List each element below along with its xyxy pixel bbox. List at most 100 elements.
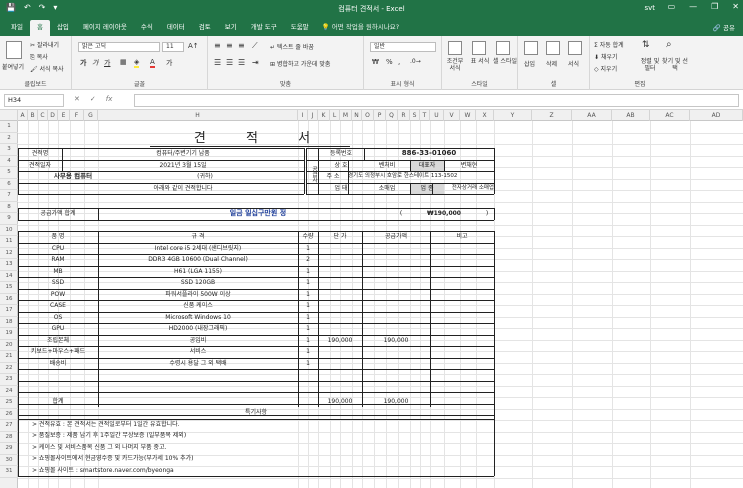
column-header[interactable]: AC: [650, 110, 690, 121]
row-header[interactable]: 19: [0, 328, 18, 340]
phonetic-icon[interactable]: 가: [166, 58, 172, 68]
align-bottom-icon[interactable]: ≡: [238, 41, 245, 50]
restore-button[interactable]: ❐: [711, 2, 718, 11]
row-header[interactable]: 12: [0, 248, 18, 259]
underline-button[interactable]: 가: [104, 58, 110, 68]
column-header[interactable]: R: [398, 110, 410, 121]
row-header[interactable]: 30: [0, 455, 18, 466]
tab-review[interactable]: 검토: [192, 20, 218, 36]
conditional-format-button[interactable]: 조건부 서식: [444, 58, 466, 72]
row-header[interactable]: 8: [0, 202, 18, 213]
tab-insert[interactable]: 삽입: [50, 20, 76, 36]
font-color-icon[interactable]: A: [150, 58, 155, 68]
format-table-button[interactable]: 표 서식: [469, 58, 491, 65]
align-top-icon[interactable]: ≡: [214, 41, 221, 50]
column-header[interactable]: I: [298, 110, 308, 121]
delete-cells-icon[interactable]: [546, 41, 560, 55]
row-header[interactable]: 29: [0, 443, 18, 455]
align-right-icon[interactable]: ☰: [238, 58, 245, 67]
tab-help[interactable]: 도움말: [284, 20, 316, 36]
cell-styles-icon[interactable]: [496, 41, 510, 55]
column-header[interactable]: A: [18, 110, 28, 121]
column-header[interactable]: B: [28, 110, 38, 121]
row-header[interactable]: 18: [0, 317, 18, 328]
column-header[interactable]: C: [38, 110, 48, 121]
column-header[interactable]: D: [48, 110, 58, 121]
column-header[interactable]: AA: [572, 110, 612, 121]
share-button[interactable]: 🔗 공유: [713, 22, 735, 32]
column-header[interactable]: P: [374, 110, 386, 121]
row-header[interactable]: 11: [0, 236, 18, 248]
cut-button[interactable]: ✂ 잘라내기: [30, 40, 59, 49]
find-select-icon[interactable]: ⌕: [666, 39, 672, 50]
tell-me-search[interactable]: 💡 어떤 작업을 원하시나요?: [322, 20, 400, 36]
number-format-select[interactable]: 일반: [370, 42, 436, 52]
tab-home[interactable]: 홈: [29, 20, 50, 36]
select-all-corner[interactable]: [0, 110, 18, 121]
name-box[interactable]: H34: [4, 94, 64, 107]
column-header[interactable]: N: [352, 110, 362, 121]
font-size-select[interactable]: 11: [162, 42, 184, 52]
find-select-button[interactable]: 찾기 및 선택: [662, 58, 688, 72]
wrap-text-button[interactable]: ↵ 텍스트 줄 바꿈: [270, 42, 314, 51]
column-header[interactable]: E: [58, 110, 70, 121]
row-header[interactable]: 16: [0, 294, 18, 305]
column-header[interactable]: L: [330, 110, 340, 121]
format-table-icon[interactable]: [472, 41, 486, 55]
row-header[interactable]: 7: [0, 190, 18, 202]
indent-icon[interactable]: ⇥: [252, 58, 259, 67]
row-header[interactable]: 3: [0, 144, 18, 156]
tab-formulas[interactable]: 수식: [134, 20, 160, 36]
row-header[interactable]: 25: [0, 397, 18, 409]
column-header[interactable]: Q: [386, 110, 398, 121]
tab-developer[interactable]: 개발 도구: [244, 20, 284, 36]
column-header[interactable]: V: [444, 110, 460, 121]
decimal-increase-icon[interactable]: .0→: [410, 58, 421, 65]
align-middle-icon[interactable]: ≡: [226, 41, 233, 50]
formula-input[interactable]: [134, 94, 739, 107]
format-painter-button[interactable]: 🖌 서식 복사: [30, 64, 64, 73]
format-cells-button[interactable]: 서식: [568, 59, 579, 68]
column-header[interactable]: S: [410, 110, 420, 121]
worksheet[interactable]: A B C D E F G H I J K L M N O P Q R S T U V W X Y Z AA AB AC AD 12345…: [0, 110, 743, 488]
column-header[interactable]: Z: [532, 110, 572, 121]
row-header[interactable]: 22: [0, 363, 18, 374]
column-header[interactable]: H: [98, 110, 298, 121]
column-header[interactable]: AD: [690, 110, 743, 121]
currency-icon[interactable]: ₩: [372, 58, 379, 66]
close-button[interactable]: ✕: [732, 2, 739, 11]
cell-styles-button[interactable]: 셀 스타일: [493, 58, 517, 65]
column-header[interactable]: K: [318, 110, 330, 121]
row-header[interactable]: 9: [0, 213, 18, 225]
column-header[interactable]: J: [308, 110, 318, 121]
enter-icon[interactable]: ✓: [90, 95, 96, 103]
sort-filter-button[interactable]: 정렬 및 필터: [638, 58, 662, 72]
row-header[interactable]: 17: [0, 305, 18, 317]
paste-button[interactable]: 붙여넣기: [2, 62, 24, 71]
row-header[interactable]: 26: [0, 409, 18, 420]
border-icon[interactable]: ▦: [120, 58, 127, 66]
tab-page-layout[interactable]: 페이지 레이아웃: [76, 20, 134, 36]
row-header[interactable]: 6: [0, 179, 18, 190]
column-header[interactable]: M: [340, 110, 352, 121]
tab-file[interactable]: 파일: [4, 20, 30, 36]
row-header[interactable]: 20: [0, 340, 18, 351]
copy-button[interactable]: ⎘ 복사: [30, 52, 48, 62]
orientation-icon[interactable]: ⟋: [252, 41, 258, 51]
row-header[interactable]: 10: [0, 225, 18, 236]
row-header[interactable]: 23: [0, 374, 18, 386]
row-header[interactable]: 2: [0, 133, 18, 144]
merge-center-button[interactable]: ⊞ 병합하고 가운데 맞춤: [270, 59, 330, 68]
column-header[interactable]: O: [362, 110, 374, 121]
column-header[interactable]: AB: [612, 110, 650, 121]
align-center-icon[interactable]: ☰: [226, 58, 233, 67]
bold-button[interactable]: 가: [80, 58, 86, 68]
column-header[interactable]: F: [70, 110, 84, 121]
row-header[interactable]: 27: [0, 420, 18, 432]
tab-view[interactable]: 보기: [218, 20, 244, 36]
sort-filter-icon[interactable]: ⇅: [642, 40, 650, 50]
row-header[interactable]: 5: [0, 167, 18, 179]
row-header[interactable]: 15: [0, 282, 18, 294]
delete-cells-button[interactable]: 삭제: [546, 59, 557, 68]
cancel-icon[interactable]: ✕: [74, 95, 80, 103]
